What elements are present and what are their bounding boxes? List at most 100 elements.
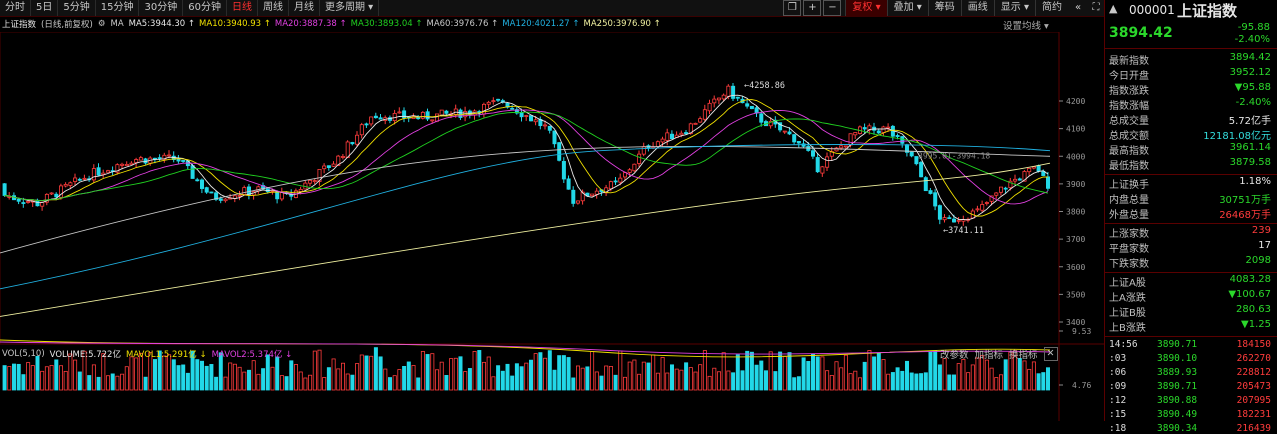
- volume-bar-144: [679, 369, 684, 391]
- gear-icon[interactable]: ⚙: [98, 19, 106, 29]
- volume-bar-23: [110, 373, 115, 391]
- volume-bar-121: [571, 377, 576, 391]
- period-tab-0[interactable]: 分时: [0, 0, 31, 16]
- price-change: -95.88: [1237, 22, 1270, 33]
- volume-bar-90: [425, 354, 430, 391]
- volume-bar-104: [491, 376, 496, 391]
- candle-body-211: [994, 192, 999, 196]
- volume-bar-36: [171, 359, 176, 391]
- candle-body-131: [618, 177, 623, 183]
- volume-bar-114: [538, 352, 543, 391]
- volume-bar-181: [853, 370, 858, 391]
- volume-bar-50: [237, 366, 242, 391]
- volume-bar-197: [928, 351, 933, 391]
- volume-bar-127: [599, 375, 604, 391]
- volume-bar-69: [326, 367, 331, 391]
- volume-bar-162: [764, 370, 769, 391]
- copy-icon[interactable]: ❐: [783, 0, 802, 16]
- tool-button-3[interactable]: 画线: [960, 0, 994, 16]
- candle-body-222: [1046, 176, 1051, 189]
- ma-value-5: MA120:4021.27 ↑: [502, 19, 580, 29]
- volume-bar-177: [834, 361, 839, 391]
- volume-bar-178: [839, 367, 844, 391]
- candle-body-47: [223, 198, 228, 202]
- tool-button-2[interactable]: 筹码: [927, 0, 961, 16]
- tool-button-4[interactable]: 显示 ▾: [993, 0, 1035, 16]
- stat-label-6: 最高指数: [1109, 146, 1149, 157]
- volume-bar-185: [872, 356, 877, 391]
- tool-button-0[interactable]: 复权 ▾: [845, 0, 887, 16]
- vol-tool-2[interactable]: 换指标: [1009, 347, 1038, 361]
- tool-button-1[interactable]: 叠加 ▾: [886, 0, 928, 16]
- period-tab-2[interactable]: 5分钟: [58, 0, 96, 16]
- stat2-value-1: 30751万手: [1219, 195, 1271, 206]
- stat-value-4: 5.72亿手: [1228, 116, 1271, 127]
- volume-bar-134: [632, 359, 637, 391]
- candle-body-216: [1017, 178, 1022, 181]
- candle-body-73: [345, 141, 350, 159]
- volume-bar-202: [952, 374, 957, 391]
- candle-body-158: [745, 103, 750, 107]
- candle-body-103: [486, 101, 491, 105]
- candle-body-102: [481, 103, 486, 115]
- stat4-value-1: ▼100.67: [1228, 289, 1271, 300]
- volume-bar-152: [717, 371, 722, 391]
- volume-bar-201: [947, 374, 952, 391]
- vol-tool-0[interactable]: 改参数: [940, 347, 969, 361]
- stat-value-6: 3961.14: [1229, 142, 1271, 153]
- tick-vol-4: 207995: [1236, 395, 1271, 406]
- candle-body-159: [749, 105, 754, 110]
- minus-icon[interactable]: −: [823, 0, 842, 16]
- vol-value-0: VOLUME:5.722亿: [49, 350, 121, 360]
- volume-bar-212: [999, 374, 1004, 391]
- period-tab-8[interactable]: 月线: [289, 0, 320, 16]
- period-tab-3[interactable]: 15分钟: [96, 0, 140, 16]
- kline-chart[interactable]: 4200 4100 4000 3900 3800 3700 3600 3500 34009.53…: [0, 32, 1104, 421]
- candle-body-135: [637, 153, 642, 164]
- volume-bar-129: [608, 366, 613, 391]
- volume-bar-74: [350, 374, 355, 391]
- volume-bar-102: [481, 361, 486, 391]
- candle-body-169: [796, 141, 801, 144]
- tool-button-5[interactable]: 简约: [1035, 0, 1068, 16]
- candle-body-154: [726, 85, 731, 97]
- volume-bar-115: [543, 357, 548, 391]
- tick-vol-1: 262270: [1236, 353, 1271, 364]
- candle-body-52: [246, 186, 251, 195]
- expand-icon[interactable]: ⛶: [1088, 1, 1104, 15]
- period-tab-9[interactable]: 更多周期 ▾: [320, 0, 380, 16]
- period-tab-4[interactable]: 30分钟: [139, 0, 184, 16]
- volume-bar-92: [434, 369, 439, 391]
- period-tab-1[interactable]: 5日: [31, 0, 59, 16]
- candle-body-190: [895, 135, 900, 137]
- set-ma-button[interactable]: 设置均线 ▾: [1003, 18, 1049, 32]
- close-icon[interactable]: ✕: [1043, 347, 1058, 361]
- volume-bar-153: [721, 352, 726, 391]
- tick-vol-0: 184150: [1236, 339, 1271, 350]
- period-tab-7[interactable]: 周线: [258, 0, 289, 16]
- period-tab-5[interactable]: 60分钟: [183, 0, 227, 16]
- stat4-label-0: 上证A股: [1109, 278, 1146, 289]
- candle-body-122: [576, 200, 581, 204]
- volume-bar-91: [430, 353, 435, 391]
- candle-body-209: [984, 202, 989, 204]
- plus-icon[interactable]: +: [803, 0, 822, 16]
- back-arrow-icon[interactable]: «: [1070, 1, 1086, 15]
- volume-bar-195: [919, 373, 924, 391]
- volume-bar-194: [914, 373, 919, 391]
- candle-body-111: [524, 115, 529, 117]
- candle-body-173: [815, 157, 820, 173]
- period-tab-6[interactable]: 日线: [227, 0, 258, 16]
- volume-bar-19: [91, 364, 96, 391]
- vol-tool-1[interactable]: 加指标: [975, 347, 1004, 361]
- volume-bar-15: [73, 359, 78, 391]
- stat4-label-2: 上证B股: [1109, 308, 1146, 319]
- volume-bar-131: [618, 350, 623, 391]
- volume-bar-105: [496, 365, 501, 391]
- candle-body-29: [138, 157, 143, 161]
- candle-body-5: [26, 201, 31, 203]
- up-arrow-icon[interactable]: ▲: [1109, 2, 1117, 15]
- y-tick-7: 3500: [1066, 290, 1085, 299]
- candle-body-147: [693, 122, 698, 125]
- volume-bar-140: [660, 357, 665, 391]
